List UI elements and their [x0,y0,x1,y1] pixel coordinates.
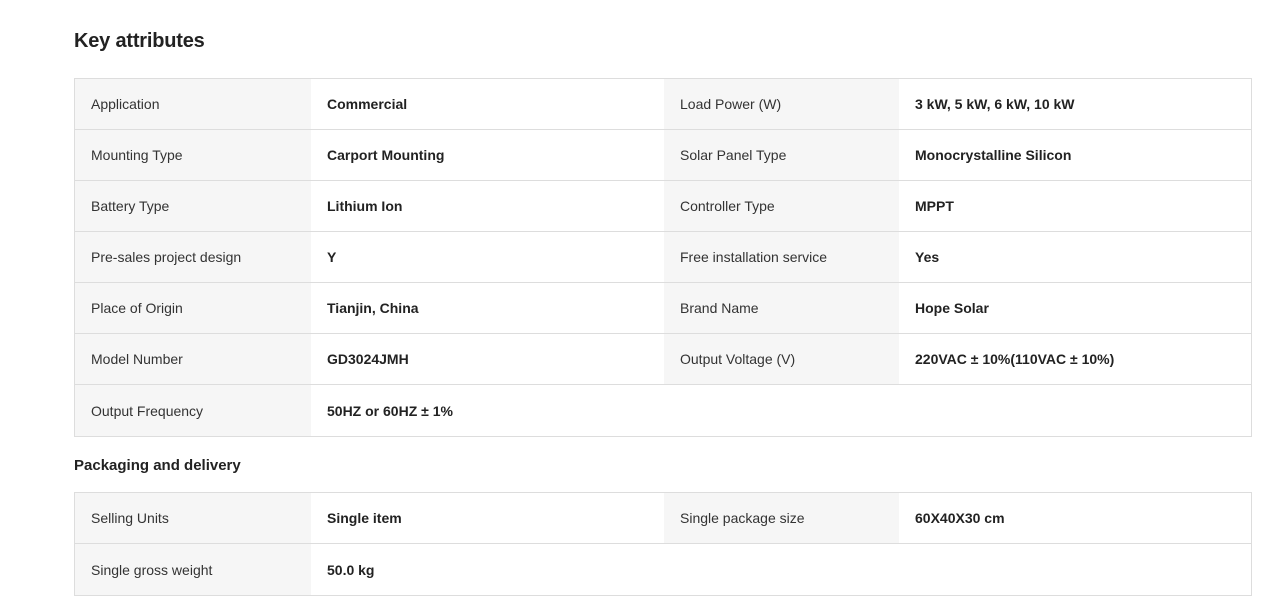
attribute-value: 60X40X30 cm [899,493,1251,544]
attribute-value: Y [311,232,664,283]
attribute-value: 220VAC ± 10%(110VAC ± 10%) [899,334,1251,385]
attribute-label: Battery Type [75,181,311,232]
attribute-value: GD3024JMH [311,334,664,385]
attribute-value: Monocrystalline Silicon [899,130,1251,181]
packaging-delivery-title: Packaging and delivery [74,457,241,474]
attribute-label: Solar Panel Type [664,130,899,181]
attribute-label: Place of Origin [75,283,311,334]
attribute-label: Selling Units [75,493,311,544]
attribute-label: Pre-sales project design [75,232,311,283]
empty-cell [664,544,899,595]
attribute-label: Brand Name [664,283,899,334]
attribute-value: 3 kW, 5 kW, 6 kW, 10 kW [899,79,1251,130]
attribute-value: 50.0 kg [311,544,664,595]
attribute-value: Yes [899,232,1251,283]
attribute-label: Mounting Type [75,130,311,181]
attribute-value: Commercial [311,79,664,130]
attribute-label: Single gross weight [75,544,311,595]
attribute-label: Free installation service [664,232,899,283]
empty-cell [664,385,899,436]
attribute-value: Single item [311,493,664,544]
attribute-label: Model Number [75,334,311,385]
attribute-value: 50HZ or 60HZ ± 1% [311,385,664,436]
packaging-delivery-table: Selling Units Single item Single package s… [74,492,1252,596]
attribute-label: Controller Type [664,181,899,232]
attribute-value: MPPT [899,181,1251,232]
key-attributes-title: Key attributes [74,30,205,52]
attribute-value: Carport Mounting [311,130,664,181]
attribute-value: Hope Solar [899,283,1251,334]
attribute-value: Tianjin, China [311,283,664,334]
attribute-label: Output Voltage (V) [664,334,899,385]
attribute-label: Single package size [664,493,899,544]
attribute-label: Load Power (W) [664,79,899,130]
key-attributes-table: Application Commercial Load Power (W) 3 kW,… [74,78,1252,437]
attribute-label: Output Frequency [75,385,311,436]
empty-cell [899,544,1251,595]
empty-cell [899,385,1251,436]
attribute-value: Lithium Ion [311,181,664,232]
attribute-label: Application [75,79,311,130]
